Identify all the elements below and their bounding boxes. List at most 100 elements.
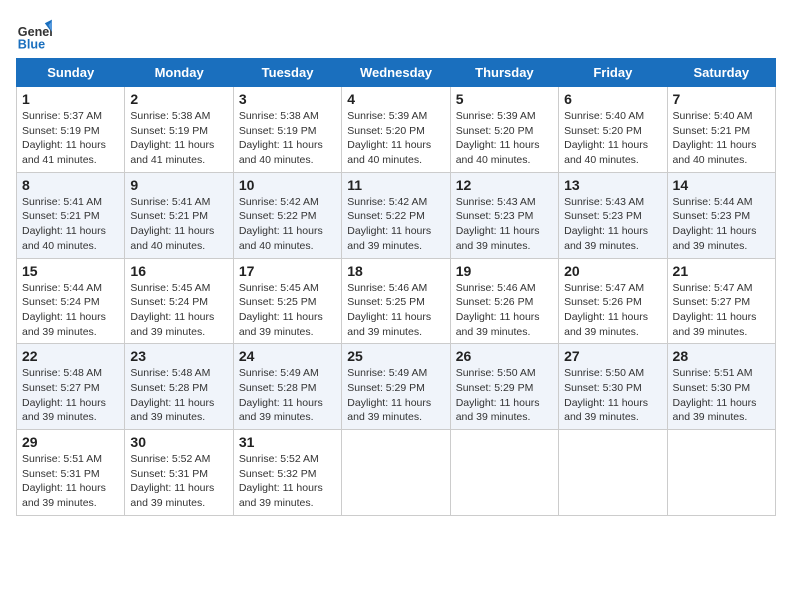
cell-info: Sunrise: 5:51 AMSunset: 5:31 PMDaylight:…: [22, 452, 119, 511]
col-header-thursday: Thursday: [450, 59, 558, 87]
calendar-cell: 11Sunrise: 5:42 AMSunset: 5:22 PMDayligh…: [342, 172, 450, 258]
calendar-cell: 27 Sunrise: 5:50 AMSunset: 5:30 PMDayligh…: [559, 344, 667, 430]
calendar-cell: 20 Sunrise: 5:47 AMSunset: 5:26 PMDayligh…: [559, 258, 667, 344]
calendar-cell: 12 Sunrise: 5:43 AMSunset: 5:23 PMDayligh…: [450, 172, 558, 258]
cell-info: Sunrise: 5:43 AMSunset: 5:23 PMDaylight:…: [564, 195, 661, 254]
col-header-friday: Friday: [559, 59, 667, 87]
calendar-cell: 5 Sunrise: 5:39 AMSunset: 5:20 PMDaylight…: [450, 87, 558, 173]
cell-info: Sunrise: 5:50 AMSunset: 5:30 PMDaylight:…: [564, 366, 661, 425]
cell-info: Sunrise: 5:40 AMSunset: 5:20 PMDaylight:…: [564, 109, 661, 168]
day-number: 31: [239, 434, 336, 450]
calendar-cell: 29 Sunrise: 5:51 AMSunset: 5:31 PMDayligh…: [17, 430, 125, 516]
day-number: 15: [22, 263, 119, 279]
logo: General Blue: [16, 16, 52, 52]
calendar-table: SundayMondayTuesdayWednesdayThursdayFrid…: [16, 58, 776, 516]
cell-info: Sunrise: 5:37 AMSunset: 5:19 PMDaylight:…: [22, 109, 119, 168]
calendar-cell: 15 Sunrise: 5:44 AMSunset: 5:24 PMDayligh…: [17, 258, 125, 344]
day-number: 7: [673, 91, 770, 107]
day-number: 10: [239, 177, 336, 193]
calendar-cell: 21Sunrise: 5:47 AMSunset: 5:27 PMDayligh…: [667, 258, 775, 344]
calendar-cell: [559, 430, 667, 516]
day-number: 13: [564, 177, 661, 193]
cell-info: Sunrise: 5:47 AMSunset: 5:26 PMDaylight:…: [564, 281, 661, 340]
week-row-3: 15 Sunrise: 5:44 AMSunset: 5:24 PMDayligh…: [17, 258, 776, 344]
week-row-5: 29 Sunrise: 5:51 AMSunset: 5:31 PMDayligh…: [17, 430, 776, 516]
calendar-cell: 25 Sunrise: 5:49 AMSunset: 5:29 PMDayligh…: [342, 344, 450, 430]
cell-info: Sunrise: 5:48 AMSunset: 5:27 PMDaylight:…: [22, 366, 119, 425]
cell-info: Sunrise: 5:39 AMSunset: 5:20 PMDaylight:…: [456, 109, 553, 168]
day-number: 4: [347, 91, 444, 107]
cell-info: Sunrise: 5:52 AMSunset: 5:32 PMDaylight:…: [239, 452, 336, 511]
cell-info: Sunrise: 5:49 AMSunset: 5:28 PMDaylight:…: [239, 366, 336, 425]
calendar-cell: 8 Sunrise: 5:41 AMSunset: 5:21 PMDaylight…: [17, 172, 125, 258]
calendar-cell: 17 Sunrise: 5:45 AMSunset: 5:25 PMDayligh…: [233, 258, 341, 344]
cell-info: Sunrise: 5:43 AMSunset: 5:23 PMDaylight:…: [456, 195, 553, 254]
calendar-cell: 1 Sunrise: 5:37 AMSunset: 5:19 PMDaylight…: [17, 87, 125, 173]
calendar-cell: 2 Sunrise: 5:38 AMSunset: 5:19 PMDaylight…: [125, 87, 233, 173]
cell-info: Sunrise: 5:40 AMSunset: 5:21 PMDaylight:…: [673, 109, 770, 168]
day-number: 1: [22, 91, 119, 107]
calendar-cell: 18Sunrise: 5:46 AMSunset: 5:25 PMDayligh…: [342, 258, 450, 344]
calendar-cell: 3Sunrise: 5:38 AMSunset: 5:19 PMDaylight…: [233, 87, 341, 173]
calendar-cell: 16 Sunrise: 5:45 AMSunset: 5:24 PMDayligh…: [125, 258, 233, 344]
day-number: 6: [564, 91, 661, 107]
day-number: 18: [347, 263, 444, 279]
cell-info: Sunrise: 5:41 AMSunset: 5:21 PMDaylight:…: [130, 195, 227, 254]
calendar-cell: [342, 430, 450, 516]
calendar-cell: 14 Sunrise: 5:44 AMSunset: 5:23 PMDayligh…: [667, 172, 775, 258]
day-number: 11: [347, 177, 444, 193]
calendar-cell: 13 Sunrise: 5:43 AMSunset: 5:23 PMDayligh…: [559, 172, 667, 258]
cell-info: Sunrise: 5:44 AMSunset: 5:23 PMDaylight:…: [673, 195, 770, 254]
cell-info: Sunrise: 5:45 AMSunset: 5:24 PMDaylight:…: [130, 281, 227, 340]
day-number: 5: [456, 91, 553, 107]
day-number: 23: [130, 348, 227, 364]
svg-text:Blue: Blue: [18, 37, 45, 51]
calendar-cell: 9 Sunrise: 5:41 AMSunset: 5:21 PMDaylight…: [125, 172, 233, 258]
day-number: 14: [673, 177, 770, 193]
logo-icon: General Blue: [16, 16, 52, 52]
calendar-cell: 23Sunrise: 5:48 AMSunset: 5:28 PMDayligh…: [125, 344, 233, 430]
cell-info: Sunrise: 5:52 AMSunset: 5:31 PMDaylight:…: [130, 452, 227, 511]
cell-info: Sunrise: 5:51 AMSunset: 5:30 PMDaylight:…: [673, 366, 770, 425]
calendar-cell: 6 Sunrise: 5:40 AMSunset: 5:20 PMDaylight…: [559, 87, 667, 173]
calendar-cell: 19Sunrise: 5:46 AMSunset: 5:26 PMDayligh…: [450, 258, 558, 344]
cell-info: Sunrise: 5:45 AMSunset: 5:25 PMDaylight:…: [239, 281, 336, 340]
cell-info: Sunrise: 5:42 AMSunset: 5:22 PMDaylight:…: [239, 195, 336, 254]
cell-info: Sunrise: 5:44 AMSunset: 5:24 PMDaylight:…: [22, 281, 119, 340]
col-header-monday: Monday: [125, 59, 233, 87]
week-row-1: 1 Sunrise: 5:37 AMSunset: 5:19 PMDaylight…: [17, 87, 776, 173]
day-number: 27: [564, 348, 661, 364]
day-number: 25: [347, 348, 444, 364]
calendar-cell: [667, 430, 775, 516]
week-row-4: 22 Sunrise: 5:48 AMSunset: 5:27 PMDayligh…: [17, 344, 776, 430]
cell-info: Sunrise: 5:50 AMSunset: 5:29 PMDaylight:…: [456, 366, 553, 425]
cell-info: Sunrise: 5:38 AMSunset: 5:19 PMDaylight:…: [130, 109, 227, 168]
day-number: 8: [22, 177, 119, 193]
day-number: 9: [130, 177, 227, 193]
col-header-saturday: Saturday: [667, 59, 775, 87]
day-number: 30: [130, 434, 227, 450]
day-number: 17: [239, 263, 336, 279]
calendar-cell: 28 Sunrise: 5:51 AMSunset: 5:30 PMDayligh…: [667, 344, 775, 430]
day-number: 28: [673, 348, 770, 364]
calendar-cell: 24 Sunrise: 5:49 AMSunset: 5:28 PMDayligh…: [233, 344, 341, 430]
day-number: 24: [239, 348, 336, 364]
day-number: 22: [22, 348, 119, 364]
page-header: General Blue: [16, 16, 776, 52]
cell-info: Sunrise: 5:39 AMSunset: 5:20 PMDaylight:…: [347, 109, 444, 168]
week-row-2: 8 Sunrise: 5:41 AMSunset: 5:21 PMDaylight…: [17, 172, 776, 258]
calendar-cell: 22 Sunrise: 5:48 AMSunset: 5:27 PMDayligh…: [17, 344, 125, 430]
cell-info: Sunrise: 5:41 AMSunset: 5:21 PMDaylight:…: [22, 195, 119, 254]
col-header-wednesday: Wednesday: [342, 59, 450, 87]
col-header-tuesday: Tuesday: [233, 59, 341, 87]
day-number: 12: [456, 177, 553, 193]
calendar-cell: 30 Sunrise: 5:52 AMSunset: 5:31 PMDayligh…: [125, 430, 233, 516]
cell-info: Sunrise: 5:49 AMSunset: 5:29 PMDaylight:…: [347, 366, 444, 425]
day-number: 2: [130, 91, 227, 107]
day-number: 16: [130, 263, 227, 279]
calendar-cell: 10 Sunrise: 5:42 AMSunset: 5:22 PMDayligh…: [233, 172, 341, 258]
day-number: 20: [564, 263, 661, 279]
calendar-cell: 26Sunrise: 5:50 AMSunset: 5:29 PMDayligh…: [450, 344, 558, 430]
col-header-sunday: Sunday: [17, 59, 125, 87]
day-number: 29: [22, 434, 119, 450]
